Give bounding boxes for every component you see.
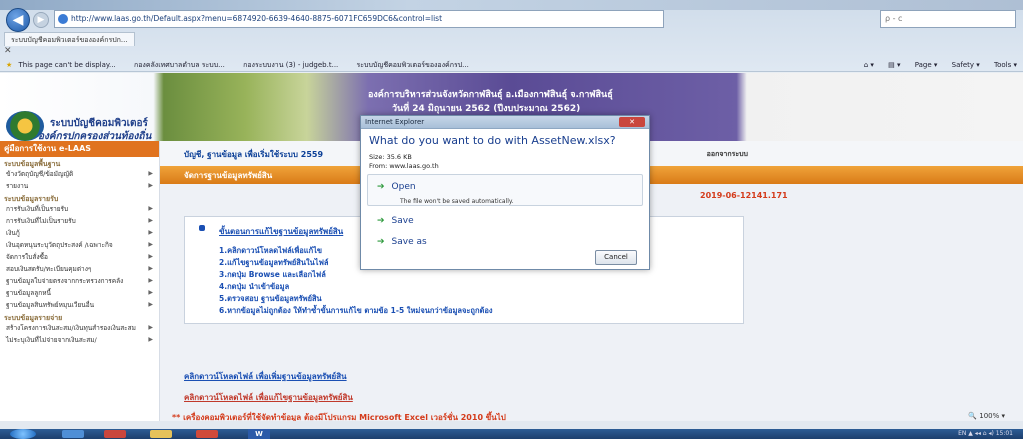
bullet-icon (199, 225, 205, 231)
sidebar-item[interactable]: การรับเงินที่ไม่เป็นรายรับ ▶ (0, 215, 159, 227)
save-option[interactable]: ➔ Save (377, 216, 414, 226)
file-size: Size: 35.6 KB (369, 153, 412, 161)
safety-menu[interactable]: Safety ▾ (952, 61, 980, 69)
address-text: http://www.laas.go.th/Default.aspx?menu=… (71, 14, 443, 23)
sidebar-item[interactable]: จัดการใบสั่งซื้อ ▶ (0, 251, 159, 263)
zoom-level[interactable]: 🔍 100% ▾ (968, 412, 1005, 420)
ie-page-icon (58, 14, 68, 24)
feeds-icon[interactable]: ▤ ▾ (888, 61, 900, 69)
sidebar-item[interactable]: ข้างวัตถุบัญชี/ข้อมัญญัติ ▶ (0, 168, 159, 180)
open-option[interactable]: ➔ Open (377, 182, 416, 192)
sidebar-item[interactable]: ฐานข้อมูลลูกหนี้ ▶ (0, 287, 159, 299)
sidebar-item[interactable]: ฐานข้อมูลใบจ่ายตรงจากกระทรวงการคลัง ▶ (0, 275, 159, 287)
favorite-item[interactable]: ระบบบัญชีคอมพิวเตอร์ขององค์กรป... (357, 61, 469, 69)
command-bar: ⌂ ▾ ▤ ▾ Page ▾ Safety ▾ Tools ▾ (852, 58, 1017, 72)
download-dialog: Internet Explorer ✕ What do you want to … (360, 115, 650, 270)
download-edit-link[interactable]: คลิกดาวน์โหลดไฟล์ เพื่อแก้ไขฐานข้อมูลทรั… (184, 391, 353, 404)
address-search-controls[interactable]: ρ - c (880, 10, 1016, 28)
download-add-link[interactable]: คลิกดาวน์โหลดไฟล์ เพื่อเพิ่มฐานข้อมูลทรั… (184, 370, 347, 383)
page-menu[interactable]: Page ▾ (915, 61, 938, 69)
media-taskbar-icon[interactable] (104, 430, 126, 438)
file-source: From: www.laas.go.th (369, 162, 439, 170)
dialog-title: Internet Explorer (365, 118, 425, 126)
open-option-note: The file won't be saved automatically. (400, 198, 514, 205)
instruction-step: 5.ตรวจสอบ ฐานข้อมูลทรัพย์สิน (219, 294, 322, 303)
sidebar-group-title: ระบบข้อมูลพื้นฐาน (4, 160, 61, 168)
chevron-right-icon: ▶ (148, 170, 153, 177)
save-as-option[interactable]: ➔ Save as (377, 237, 427, 247)
chevron-right-icon: ▶ (148, 229, 153, 236)
banner-org-name: องค์การบริหารส่วนจังหวัดกาฬสินธุ์ อ.เมือ… (368, 90, 613, 100)
tools-menu[interactable]: Tools ▾ (994, 61, 1017, 69)
instruction-step: 3.กดปุ่ม Browse และเลือกไฟล์ (219, 270, 326, 279)
sidebar-item[interactable]: สร้างโครงการเงินสะสม/เงินทุนสำรองเงินสะส… (0, 322, 159, 334)
chevron-right-icon: ▶ (148, 289, 153, 296)
address-bar[interactable]: http://www.laas.go.th/Default.aspx?menu=… (54, 10, 664, 28)
sidebar-item[interactable]: สอบเงินสดรับ/ทะเบียนคุมต่างๆ ▶ (0, 263, 159, 275)
dialog-close-button[interactable]: ✕ (619, 117, 645, 127)
instruction-step: 6.หากข้อมูลไม่ถูกต้อง ให้ทำซ้ำขั้นการแก้… (219, 306, 493, 315)
green-arrow-icon: ➔ (377, 216, 385, 226)
sidebar-item[interactable]: เงินกู้ ▶ (0, 227, 159, 239)
window-titlebar (0, 0, 1023, 10)
status-module: บัญชี, ฐานข้อมูล เพื่อเริ่มใช้ระบบ 2559 (184, 150, 324, 159)
green-arrow-icon: ➔ (377, 182, 385, 192)
home-icon[interactable]: ⌂ ▾ (864, 61, 874, 69)
chevron-right-icon: ▶ (148, 324, 153, 331)
word-taskbar-icon[interactable]: W (248, 429, 270, 439)
favorite-item[interactable]: กองคลังเทศบาลตำบล ระบบ... (134, 61, 225, 69)
system-tray: EN ▲ ◂◂ ⌂ ◂) 15:01 (958, 430, 1013, 437)
instructions-title: ขั้นตอนการแก้ไขฐานข้อมูลทรัพย์สิน (219, 227, 344, 236)
tab-row: ระบบบัญชีคอมพิวเตอร์ขององค์กรปก... (0, 32, 1023, 46)
browser-chrome: ◀ ▶ http://www.laas.go.th/Default.aspx?m… (0, 0, 1023, 72)
page-title: จัดการฐานข้อมูลทรัพย์สิน (184, 171, 273, 180)
chevron-right-icon: ▶ (148, 277, 153, 284)
folder-taskbar-icon[interactable] (150, 430, 172, 438)
sidebar-item[interactable]: ไม่ระบุเงินที่ไม่จ่ายจากเงินสะสม/▶ (0, 334, 159, 346)
chevron-right-icon: ▶ (148, 182, 153, 189)
chevron-right-icon: ▶ (148, 217, 153, 224)
chevron-right-icon: ▶ (148, 253, 153, 260)
datestamp: 2019-06-12141.171 (700, 191, 788, 200)
dialog-question: What do you want to do with AssetNew.xls… (369, 134, 616, 147)
instruction-step: 2.แก้ไขฐานข้อมูลทรัพย์สินในไฟล์ (219, 258, 329, 267)
back-button[interactable]: ◀ (6, 8, 30, 32)
forward-button[interactable]: ▶ (33, 12, 49, 28)
taskbar: W EN ▲ ◂◂ ⌂ ◂) 15:01 (0, 429, 1023, 439)
green-arrow-icon: ➔ (377, 237, 385, 247)
sidebar-item[interactable]: ฐานข้อมูลสินทรัพย์หมุนเวียนอื่น ▶ (0, 299, 159, 311)
instruction-step: 1.คลิกดาวน์โหลดไฟล์เพื่อแก้ไข (219, 246, 323, 255)
favorite-item[interactable]: กองระบบงาน (3) - judgeb.t... (243, 61, 338, 69)
banner-date: วันที่ 24 มิถุนายน 2562 (ปีงบประมาณ 2562… (392, 104, 581, 114)
chevron-right-icon: ▶ (148, 241, 153, 248)
start-button[interactable] (10, 429, 36, 439)
sidebar-item[interactable]: เงินอุดหนุนระบุวัตถุประสงค์ /เฉพาะกิจ ▶ (0, 239, 159, 251)
ie-status-bar (0, 421, 1023, 429)
sidebar-item[interactable]: การรับเงินที่เป็นรายรับ ▶ (0, 203, 159, 215)
sidebar-menu: คู่มือการใช้งาน e-LAAS ระบบข้อมูลพื้นฐาน… (0, 141, 160, 421)
chevron-right-icon: ▶ (148, 265, 153, 272)
dialog-titlebar: Internet Explorer ✕ (361, 116, 649, 129)
sidebar-group-title: ระบบข้อมูลรายรับ (4, 195, 59, 203)
chevron-right-icon: ▶ (148, 336, 153, 343)
logout-link[interactable]: ออกจากระบบ (707, 149, 748, 160)
cancel-button[interactable]: Cancel (595, 250, 637, 265)
sidebar-item[interactable]: รายงาน ▶ (0, 180, 159, 192)
chevron-right-icon: ▶ (148, 205, 153, 212)
sidebar-group-title: ระบบข้อมูลรายจ่าย (4, 314, 63, 322)
close-tab-icon[interactable]: ✕ (4, 46, 12, 56)
chrome-taskbar-icon[interactable] (196, 430, 218, 438)
favorite-item[interactable]: This page can't be display... (19, 61, 116, 69)
tab-active[interactable]: ระบบบัญชีคอมพิวเตอร์ขององค์กรปก... (4, 32, 135, 46)
instruction-step: 4.กดปุ่ม นำเข้าข้อมูล (219, 282, 290, 291)
chevron-right-icon: ▶ (148, 301, 153, 308)
sidebar-manual-link[interactable]: คู่มือการใช้งาน e-LAAS (0, 141, 159, 157)
ie-taskbar-icon[interactable] (62, 430, 84, 438)
favorites-star-icon[interactable]: ★ (6, 61, 12, 69)
